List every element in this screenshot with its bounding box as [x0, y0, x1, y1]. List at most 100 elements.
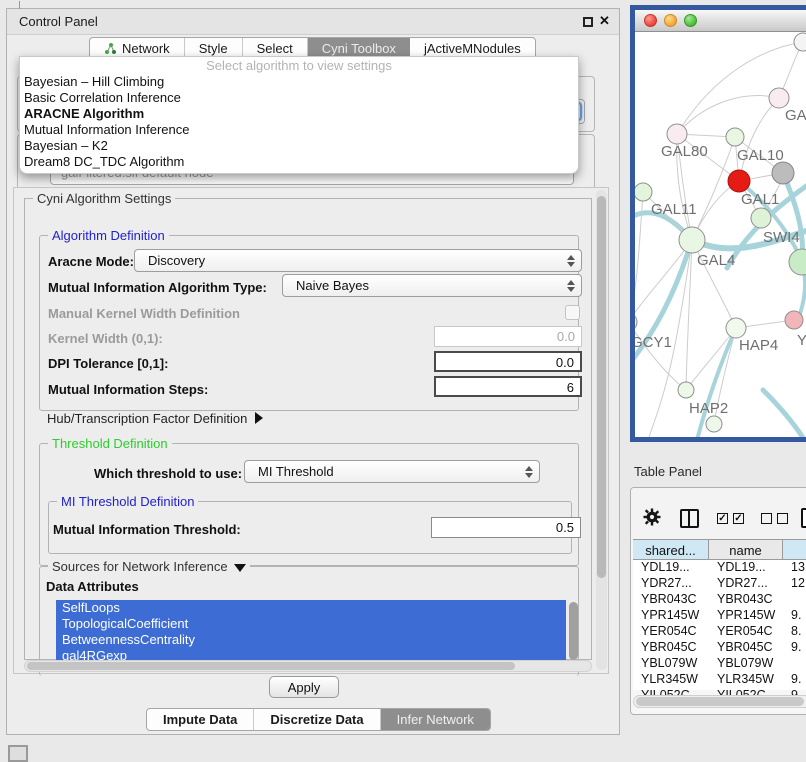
algorithm-dropdown-popup: Select algorithm to view settings Bayesi…	[19, 56, 579, 174]
table-row[interactable]: YLR345WYLR345W9.	[633, 672, 806, 688]
column-header-name[interactable]: name	[709, 540, 783, 559]
table-row[interactable]: YBL079WYBL079W	[633, 656, 806, 672]
network-node-gal1-selected[interactable]	[728, 170, 750, 192]
data-attributes-list[interactable]: SelfLoops TopologicalCoefficient Between…	[56, 600, 566, 662]
network-node-gal80[interactable]	[667, 124, 687, 144]
table-row[interactable]: YBR045CYBR045C9.	[633, 640, 806, 656]
svg-text:GCY1: GCY1	[635, 334, 672, 351]
svg-text:GAL4: GAL4	[697, 252, 735, 269]
column-header-partial[interactable]	[783, 540, 806, 559]
kernel-width-field[interactable]: 0.0	[434, 326, 582, 347]
network-node-gcy1[interactable]	[635, 313, 637, 331]
network-node-gray[interactable]	[772, 162, 794, 184]
network-node-bottom[interactable]	[706, 416, 722, 432]
svg-text:Y: Y	[797, 332, 806, 349]
algorithm-definition-title: Algorithm Definition	[48, 228, 169, 243]
table-panel-title: Table Panel	[634, 464, 702, 479]
which-threshold-combobox[interactable]: MI Threshold	[244, 460, 540, 483]
threshold-definition-groupbox: Threshold Definition Which threshold to …	[39, 443, 579, 566]
vertical-scrollbar[interactable]	[596, 190, 607, 670]
select-all-checkbox-icon[interactable]: ✓	[733, 513, 744, 524]
network-node-hap2[interactable]	[678, 382, 694, 398]
gear-icon[interactable]	[643, 508, 661, 531]
deselect-all-checkbox-icon[interactable]	[761, 513, 772, 524]
tab-infer-network[interactable]: Infer Network	[381, 709, 490, 730]
popup-item-aracne[interactable]: ARACNE Algorithm	[20, 106, 578, 122]
network-view-window: GAL GAL80 GAL10 GAL1 GAL11 SWI4 GAL4 GCY…	[630, 5, 806, 442]
svg-text:GAL1: GAL1	[741, 191, 779, 208]
dpi-tolerance-field[interactable]: 0.0	[434, 351, 582, 372]
float-window-icon[interactable]	[583, 17, 593, 27]
tab-impute-data[interactable]: Impute Data	[147, 709, 254, 730]
table-row[interactable]: YPR145WYPR145W9.	[633, 608, 806, 624]
cyni-settings-groupbox: Cyni Algorithm Settings Algorithm Defini…	[24, 198, 592, 660]
svg-text:HAP2: HAP2	[689, 400, 728, 417]
popup-item-bayesian-hill-climbing[interactable]: Bayesian – Hill Climbing	[20, 74, 578, 90]
column-header-shared-name[interactable]: shared...	[633, 540, 709, 559]
list-item[interactable]: SelfLoops	[56, 600, 566, 616]
mi-type-label: Mutual Information Algorithm Type:	[48, 280, 267, 295]
list-item[interactable]: BetweennessCentrality	[56, 632, 566, 648]
minimize-traffic-light-icon[interactable]	[664, 14, 677, 27]
tab-remnant	[19, 1, 20, 9]
table-row[interactable]: YER054CYER054C8.	[633, 624, 806, 640]
network-node[interactable]	[794, 33, 806, 51]
mi-steps-label: Mutual Information Steps:	[48, 382, 208, 397]
table-horizontal-scrollbar-thumb[interactable]	[636, 697, 804, 706]
tab-discretize-data[interactable]: Discretize Data	[254, 709, 380, 730]
list-scrollbar-thumb[interactable]	[569, 602, 578, 660]
network-node-hap4[interactable]	[726, 318, 746, 338]
svg-text:SWI4: SWI4	[763, 229, 800, 246]
svg-text:HAP4: HAP4	[739, 337, 778, 354]
manual-kernel-checkbox[interactable]	[565, 305, 580, 320]
split-columns-icon[interactable]	[680, 509, 699, 528]
table-panel: ✓ ✓ shared... name YDL19...YDL19...13 YD…	[630, 487, 806, 715]
select-all-checkbox-icon[interactable]: ✓	[717, 513, 728, 524]
table-header-row: shared... name	[633, 539, 806, 560]
table-row[interactable]: YDL19...YDL19...13	[633, 560, 806, 576]
list-scrollbar[interactable]	[569, 602, 578, 660]
network-node-gal4[interactable]	[679, 227, 705, 253]
network-window-titlebar[interactable]	[635, 10, 806, 32]
deselect-all-checkbox-icon[interactable]	[777, 513, 788, 524]
manual-kernel-label: Manual Kernel Width Definition	[48, 306, 240, 321]
network-node-right[interactable]	[789, 249, 806, 275]
popup-item-basic-correlation[interactable]: Basic Correlation Inference	[20, 90, 578, 106]
network-node-gal10[interactable]	[726, 128, 744, 146]
popup-item-dream8[interactable]: Dream8 DC_TDC Algorithm	[20, 154, 578, 170]
hub-definition-expander[interactable]: Hub/Transcription Factor Definition	[47, 411, 263, 426]
popup-item-bayesian-k2[interactable]: Bayesian – K2	[20, 138, 578, 154]
svg-text:GAL: GAL	[785, 107, 806, 124]
close-traffic-light-icon[interactable]	[644, 14, 657, 27]
horizontal-scrollbar-thumb[interactable]	[27, 662, 515, 670]
zoom-traffic-light-icon[interactable]	[684, 14, 697, 27]
network-node-pink[interactable]	[785, 311, 803, 329]
settings-scrollpane: Cyni Algorithm Settings Algorithm Defini…	[13, 187, 609, 674]
mi-threshold-field[interactable]: 0.5	[431, 517, 581, 538]
mi-steps-field[interactable]: 6	[434, 376, 582, 397]
network-node-gal2[interactable]	[769, 88, 789, 108]
vertical-scrollbar-thumb[interactable]	[597, 196, 606, 578]
dpi-tolerance-label: DPI Tolerance [0,1]:	[48, 356, 168, 371]
horizontal-scrollbar[interactable]	[24, 660, 592, 672]
network-node-gal11[interactable]	[635, 183, 652, 201]
sources-title[interactable]: Sources for Network Inference	[48, 559, 250, 574]
new-table-icon[interactable]	[801, 508, 806, 528]
popup-item-mutual-information[interactable]: Mutual Information Inference	[20, 122, 578, 138]
table-horizontal-scrollbar[interactable]	[633, 695, 806, 708]
apply-button[interactable]: Apply	[269, 676, 339, 698]
table-row[interactable]: YDR27...YDR27...12	[633, 576, 806, 592]
panel-grip-button[interactable]	[8, 745, 28, 762]
mi-threshold-title: MI Threshold Definition	[57, 494, 198, 509]
table-row[interactable]: YBR043CYBR043C	[633, 592, 806, 608]
network-canvas[interactable]: GAL GAL80 GAL10 GAL1 GAL11 SWI4 GAL4 GCY…	[635, 32, 806, 437]
close-icon[interactable]: ✕	[599, 13, 610, 29]
network-node-swi4[interactable]	[751, 208, 771, 228]
list-item[interactable]: TopologicalCoefficient	[56, 616, 566, 632]
mi-type-combobox[interactable]: Naive Bayes	[282, 274, 582, 297]
expander-expanded-icon[interactable]	[234, 564, 246, 572]
combo-arrows-icon	[525, 461, 533, 482]
data-attributes-label: Data Attributes	[46, 579, 139, 594]
aracne-mode-combobox[interactable]: Discovery	[134, 249, 582, 272]
expander-collapsed-icon[interactable]	[255, 412, 263, 424]
